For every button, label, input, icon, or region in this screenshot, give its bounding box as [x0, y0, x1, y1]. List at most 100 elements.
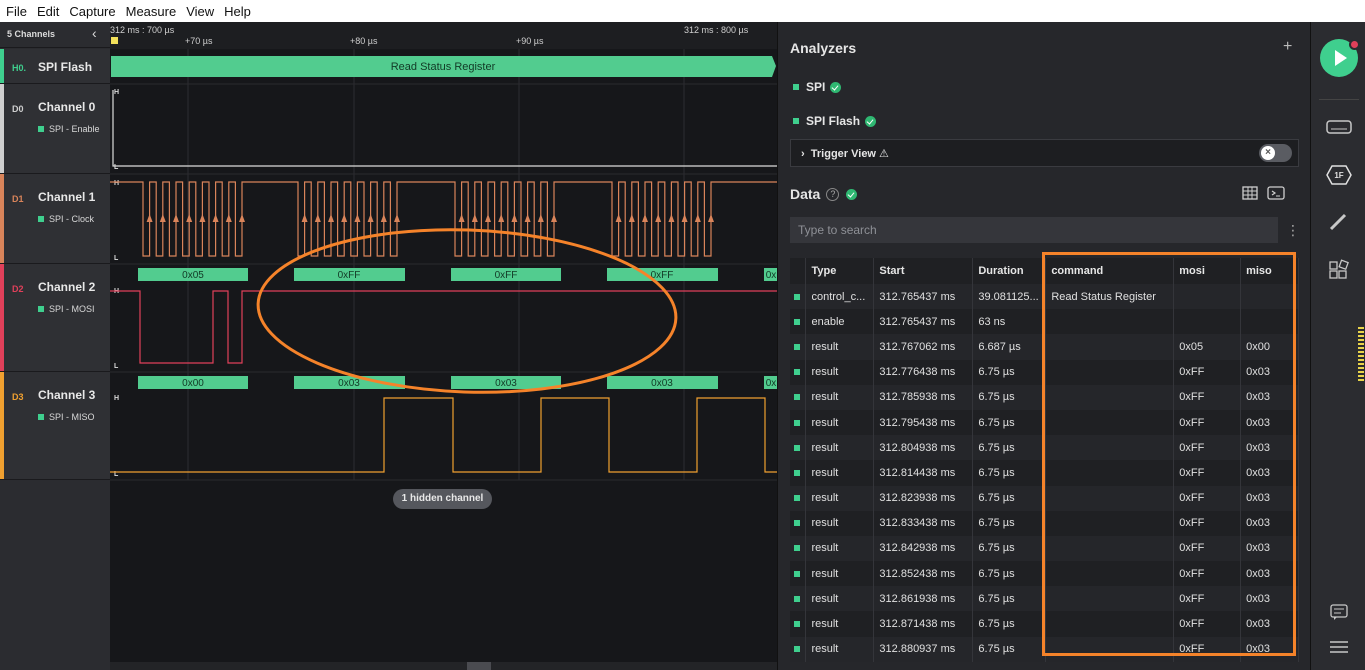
scroll-thumb[interactable]	[467, 662, 491, 670]
waveform-canvas[interactable]: 312 ms : 700 µs 312 ms : 800 µs +70 µs +…	[110, 22, 777, 670]
trigger-view-row[interactable]: › Trigger View ⚠ ×	[790, 139, 1299, 167]
mosi-frames	[138, 268, 777, 281]
row-marker	[790, 460, 807, 486]
table-row[interactable]: enable 312.765437 ms 63 ns	[790, 309, 1299, 335]
table-row[interactable]: control_c... 312.765437 ms 39.081125... Rea…	[790, 284, 1299, 310]
channel-row-spi-flash[interactable]: H0. SPI Flash	[0, 49, 110, 84]
cell-start: 312.852438 ms	[873, 561, 974, 587]
menu-edit[interactable]: Edit	[37, 4, 59, 19]
channel-name[interactable]: Channel 2	[38, 280, 95, 294]
row-marker	[790, 611, 807, 637]
column-header-mosi[interactable]: mosi	[1173, 258, 1242, 284]
channel-count: 5 Channels	[7, 29, 56, 39]
channel-code: H0.	[12, 63, 27, 73]
table-row[interactable]: result 312.795438 ms 6.75 µs 0xFF 0x03	[790, 409, 1299, 436]
level-low-label: L	[114, 164, 119, 171]
column-header-miso[interactable]: miso	[1240, 258, 1299, 284]
more-options-icon[interactable]: ⋮	[1286, 222, 1300, 239]
clock-edge-marker	[615, 214, 622, 222]
cell-miso: 0x03	[1240, 435, 1299, 461]
channel-row-1[interactable]: D1 Channel 1 SPI - Clock	[0, 174, 110, 264]
analyzer-item-spi-flash[interactable]: SPI Flash	[793, 114, 877, 128]
cell-mosi: 0x05	[1173, 334, 1242, 360]
cell-miso	[1240, 309, 1299, 335]
analyzer-icon[interactable]: 1F	[1325, 164, 1353, 186]
device-icon[interactable]	[1325, 117, 1353, 139]
cell-duration: 6.75 µs	[972, 636, 1047, 662]
cell-start: 312.767062 ms	[873, 334, 974, 360]
channel-name[interactable]: Channel 3	[38, 388, 95, 402]
channel-name[interactable]: Channel 1	[38, 190, 95, 204]
channel-2-signal	[110, 290, 777, 364]
table-row[interactable]: result 312.776438 ms 6.75 µs 0xFF 0x03	[790, 359, 1299, 385]
row-separators	[110, 83, 777, 481]
menu-icon[interactable]	[1325, 637, 1353, 659]
channel-name[interactable]: SPI Flash	[38, 60, 92, 74]
cell-miso: 0x03	[1240, 384, 1299, 410]
analyzer-name[interactable]: SPI	[806, 80, 825, 94]
data-search-input[interactable]	[790, 217, 1278, 243]
row-marker	[790, 510, 807, 536]
table-row[interactable]: result 312.833438 ms 6.75 µs 0xFF 0x03	[790, 510, 1299, 536]
help-icon[interactable]: ?	[826, 187, 840, 201]
menu-help[interactable]: Help	[224, 4, 251, 19]
table-row[interactable]: result 312.814438 ms 6.75 µs 0xFF 0x03	[790, 460, 1299, 486]
table-row[interactable]: result 312.861938 ms 6.75 µs 0xFF 0x03	[790, 586, 1299, 612]
table-view-icon[interactable]	[1242, 186, 1258, 200]
menu-capture[interactable]: Capture	[69, 4, 115, 19]
table-row[interactable]: result 312.823938 ms 6.75 µs 0xFF 0x03	[790, 485, 1299, 511]
column-header-duration[interactable]: Duration	[972, 258, 1047, 284]
ruler-marker-icon[interactable]	[111, 37, 118, 44]
clock-edge-marker	[551, 214, 557, 222]
menu-measure[interactable]: Measure	[126, 4, 177, 19]
channel-name[interactable]: Channel 0	[38, 100, 95, 114]
table-row[interactable]: result 312.767062 ms 6.687 µs 0x05 0x00	[790, 334, 1299, 360]
clock-edge-marker	[367, 214, 374, 222]
analyzer-name[interactable]: SPI Flash	[806, 114, 860, 128]
channel-row-2[interactable]: D2 Channel 2 SPI - MOSI	[0, 264, 110, 372]
table-row[interactable]: result 312.871438 ms 6.75 µs 0xFF 0x03	[790, 611, 1299, 637]
menu-file[interactable]: File	[6, 4, 27, 19]
cell-command	[1045, 636, 1175, 662]
table-row[interactable]: result 312.880937 ms 6.75 µs 0xFF 0x03	[790, 636, 1299, 662]
trigger-toggle[interactable]: ×	[1259, 144, 1292, 162]
table-row[interactable]: result 312.804938 ms 6.75 µs 0xFF 0x03	[790, 435, 1299, 461]
extensions-icon[interactable]	[1325, 259, 1353, 281]
column-header-type[interactable]: Type	[805, 258, 875, 284]
cell-miso: 0x03	[1240, 409, 1299, 436]
notes-icon[interactable]	[1325, 602, 1353, 624]
column-header-command[interactable]: command	[1045, 258, 1175, 284]
add-analyzer-icon[interactable]: +	[1283, 38, 1292, 56]
column-header-marker	[790, 258, 807, 284]
menu-view[interactable]: View	[186, 4, 214, 19]
cell-mosi: 0xFF	[1173, 409, 1242, 436]
row-marker	[790, 485, 807, 511]
analyzer-color-icon	[793, 84, 799, 90]
cell-mosi: 0xFF	[1173, 384, 1242, 410]
terminal-view-icon[interactable]	[1267, 186, 1285, 200]
channel-sub-text: SPI - MISO	[49, 412, 95, 422]
waveform-scrollbar[interactable]	[110, 662, 777, 670]
column-header-start[interactable]: Start	[873, 258, 974, 284]
cell-mosi: 0xFF	[1173, 561, 1242, 587]
miso-frame-label: 0x	[766, 378, 777, 389]
channel-row-0[interactable]: D0 Channel 0 SPI - Enable	[0, 84, 110, 174]
table-row[interactable]: result 312.785938 ms 6.75 µs 0xFF 0x03	[790, 384, 1299, 410]
rail-divider	[1319, 99, 1359, 100]
collapse-chevron-icon[interactable]: ‹	[92, 25, 97, 41]
analyzers-panel: Analyzers + SPI SPI Flash › Trigger View…	[777, 22, 1310, 670]
menu-bar: File Edit Capture Measure View Help	[0, 0, 1365, 22]
analyzer-item-spi[interactable]: SPI	[793, 80, 842, 94]
miso-frame-label: 0x03	[651, 378, 673, 389]
trigger-view-label[interactable]: › Trigger View ⚠	[801, 147, 889, 160]
clock-edge-marker	[471, 214, 478, 222]
channel-row-3[interactable]: D3 Channel 3 SPI - MISO	[0, 372, 110, 480]
cell-type: result	[805, 435, 875, 461]
clock-edge-marker	[642, 214, 648, 222]
table-row[interactable]: result 312.852438 ms 6.75 µs 0xFF 0x03	[790, 561, 1299, 587]
table-row[interactable]: result 312.842938 ms 6.75 µs 0xFF 0x03	[790, 535, 1299, 562]
hidden-channel-pill[interactable]: 1 hidden channel	[393, 489, 492, 509]
waveform-view[interactable]: 312 ms : 700 µs 312 ms : 800 µs +70 µs +…	[110, 22, 777, 670]
measure-icon[interactable]	[1325, 212, 1353, 234]
cell-miso: 0x03	[1240, 535, 1299, 562]
